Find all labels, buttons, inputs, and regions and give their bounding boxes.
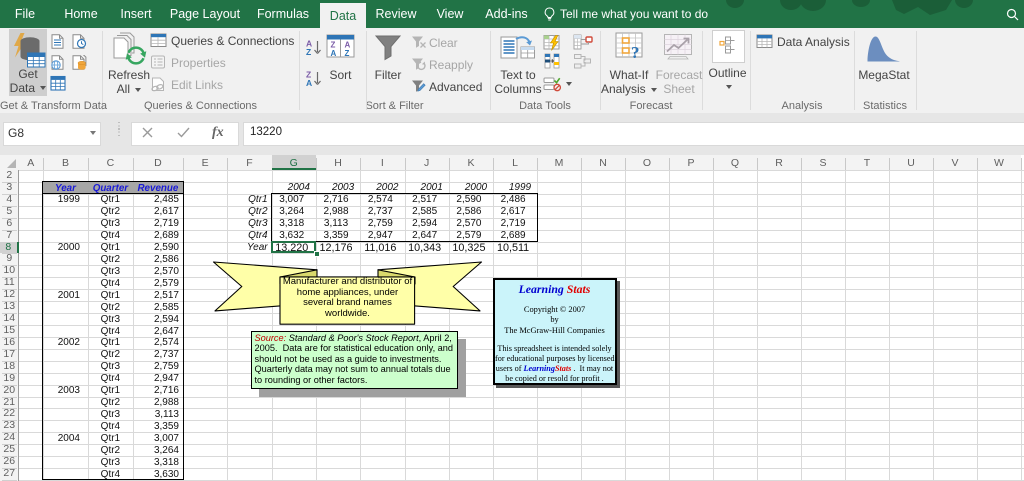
svg-text:A: A (331, 49, 337, 58)
svg-text:Z: Z (345, 49, 350, 58)
svg-text:A: A (306, 78, 312, 87)
svg-text:?: ? (631, 43, 640, 62)
svg-text:Z: Z (306, 47, 311, 56)
